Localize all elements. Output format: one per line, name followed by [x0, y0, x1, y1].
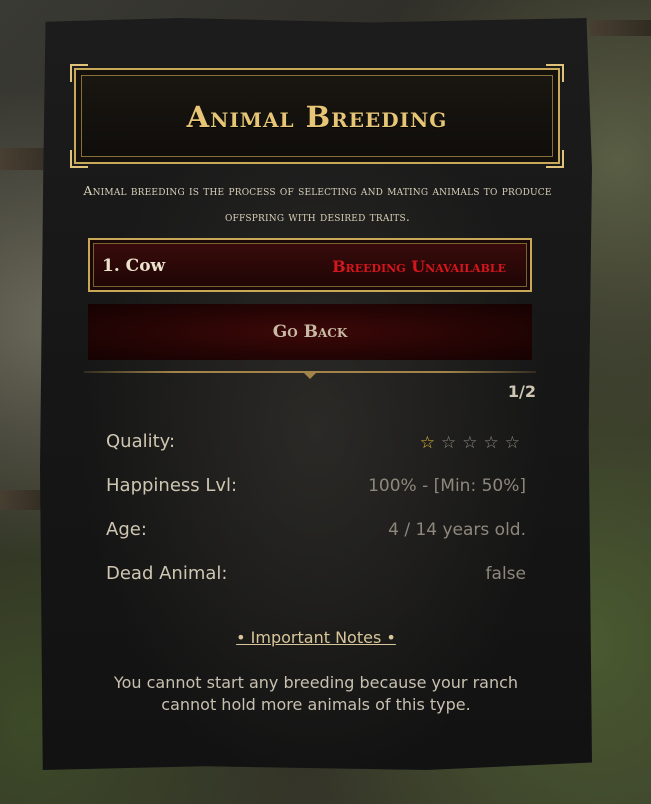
star-empty-icon: ☆ [441, 433, 463, 453]
star-empty-icon: ☆ [483, 433, 505, 453]
age-value: 4 / 14 years old. [388, 520, 526, 540]
breeding-status: Breeding Unavailable [332, 257, 506, 276]
dead-animal-label: Dead Animal: [106, 563, 228, 584]
menu-description: Animal breeding is the process of select… [83, 183, 552, 224]
happiness-value: 100% - [Min: 50%] [368, 476, 526, 496]
important-notes-text: You cannot start any breeding because yo… [113, 673, 519, 714]
ornament-corner [70, 64, 88, 82]
important-notes-title: • Important Notes • [236, 628, 396, 647]
animal-name: 1. Cow [102, 256, 166, 276]
dead-animal-value: false [485, 564, 526, 584]
animal-list-item-cow[interactable]: 1. Cow Breeding Unavailable [88, 238, 532, 292]
age-label: Age: [106, 519, 147, 540]
page-counter: 1/2 [507, 382, 536, 401]
title-frame: Animal Breeding [70, 64, 564, 168]
wood-plank [590, 20, 651, 36]
go-back-button[interactable]: Go Back [88, 304, 532, 360]
quality-stars: ☆☆☆☆☆ [420, 433, 526, 453]
ornament-corner [546, 64, 564, 82]
page-title: Animal Breeding [186, 100, 448, 134]
ornament-corner [70, 150, 88, 168]
happiness-label: Happiness Lvl: [106, 475, 238, 496]
ornament-corner [546, 150, 564, 168]
divider-arrow [303, 372, 317, 379]
star-filled-icon: ☆ [419, 433, 441, 453]
quality-label: Quality: [106, 431, 176, 452]
go-back-label: Go Back [272, 322, 348, 342]
star-empty-icon: ☆ [504, 433, 526, 453]
star-empty-icon: ☆ [462, 433, 484, 453]
